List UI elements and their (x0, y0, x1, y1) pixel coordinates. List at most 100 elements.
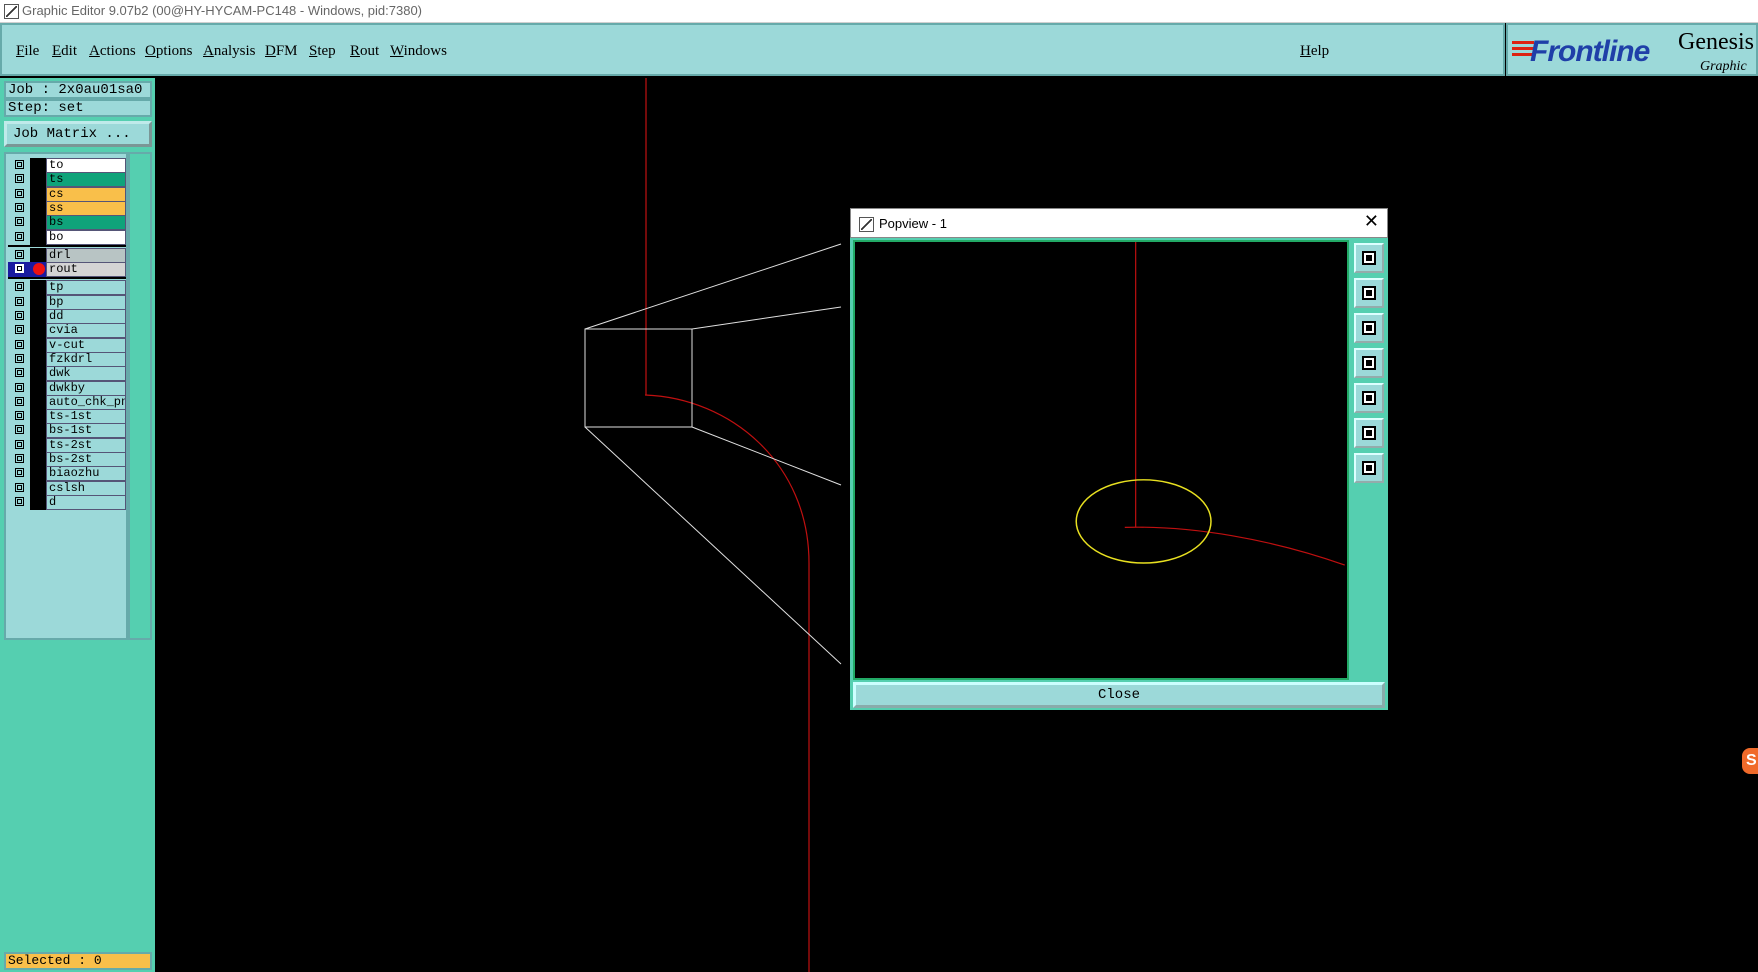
layer-name[interactable]: ts (46, 172, 126, 188)
layer-name[interactable]: biaozhu (46, 466, 126, 482)
layer-name[interactable]: bo (46, 229, 126, 245)
layer-checkbox[interactable] (15, 339, 24, 349)
layer-checkbox[interactable] (15, 396, 24, 406)
menu-actions[interactable]: Actions (89, 43, 136, 60)
layer-checkbox[interactable] (15, 411, 24, 421)
menu-analysis[interactable]: Analysis (203, 43, 256, 60)
layer-name[interactable]: to (46, 158, 126, 173)
layer-name[interactable]: tp (46, 280, 126, 296)
layer-checkbox[interactable] (15, 496, 24, 506)
layer-row-cs[interactable]: cs (8, 186, 126, 202)
layer-row-v-cut[interactable]: v-cut (8, 337, 126, 353)
layer-checkbox[interactable] (15, 353, 24, 363)
layer-row-dwkby[interactable]: dwkby (8, 380, 126, 396)
layer-name[interactable]: dwk (46, 366, 126, 382)
layer-name[interactable]: bs-2st (46, 452, 126, 467)
layer-row-bs-1st[interactable]: bs-1st (8, 423, 126, 439)
layer-row-bp[interactable]: bp (8, 294, 126, 310)
layer-name[interactable]: d (46, 494, 126, 510)
layer-row-drl[interactable]: drl (8, 247, 126, 263)
layer-checkbox[interactable] (15, 160, 24, 169)
menu-help[interactable]: Help (1300, 43, 1329, 60)
layer-checkbox[interactable] (15, 217, 24, 227)
layer-row-cvia[interactable]: cvia (8, 323, 126, 339)
layer-checkbox[interactable] (15, 482, 24, 492)
layer-checkbox[interactable] (15, 231, 24, 241)
layer-row-ts-1st[interactable]: ts-1st (8, 409, 126, 425)
layer-row-bo[interactable]: bo (8, 229, 126, 245)
layer-name[interactable]: drl (46, 247, 126, 263)
layer-row-fzkdrl[interactable]: fzkdrl (8, 351, 126, 367)
close-icon[interactable]: ✕ (1364, 213, 1379, 231)
layer-checkbox[interactable] (15, 425, 24, 435)
layer-row-bs[interactable]: bs (8, 215, 126, 231)
layer-name[interactable]: auto_chk_pnl (46, 394, 126, 410)
layer-row-dwk[interactable]: dwk (8, 366, 126, 382)
menu-edit[interactable]: Edit (52, 43, 77, 60)
step-label: Step: set (4, 99, 152, 117)
layer-color-slot (30, 262, 46, 278)
layer-checkbox[interactable] (15, 188, 24, 198)
popview-canvas[interactable] (853, 240, 1349, 680)
layer-row-bs-2st[interactable]: bs-2st (8, 452, 126, 467)
zoom-connector-top-right (691, 306, 842, 330)
layer-name[interactable]: bs-1st (46, 423, 126, 439)
layer-checkbox[interactable] (15, 249, 24, 259)
pan-up-icon[interactable] (1354, 278, 1384, 308)
layer-row-to[interactable]: to (8, 158, 126, 173)
layer-name[interactable]: fzkdrl (46, 351, 126, 367)
layer-checkbox[interactable] (15, 202, 24, 212)
menu-step[interactable]: Step (309, 43, 336, 60)
zoom-out-icon[interactable] (1354, 453, 1384, 483)
layer-checkbox[interactable] (15, 454, 24, 463)
layer-list-scrollbar[interactable] (128, 152, 152, 640)
popview-close-button[interactable]: Close (853, 682, 1385, 708)
zoom-home-icon[interactable] (1354, 243, 1384, 273)
layer-name[interactable]: rout (46, 262, 126, 278)
layer-row-d[interactable]: d (8, 494, 126, 510)
layer-name[interactable]: ts-2st (46, 437, 126, 453)
popview-titlebar[interactable]: Popview - 1 ✕ (850, 208, 1388, 238)
layer-checkbox[interactable] (15, 439, 24, 449)
job-matrix-button[interactable]: Job Matrix ... (4, 121, 152, 147)
layer-checkbox[interactable] (15, 282, 24, 292)
layer-row-auto_chk_pnl[interactable]: auto_chk_pnl (8, 394, 126, 410)
pan-left-icon[interactable] (1354, 348, 1384, 378)
layer-row-ts[interactable]: ts (8, 172, 126, 188)
layer-row-dd[interactable]: dd (8, 309, 126, 324)
active-layer-dot-icon (33, 263, 45, 276)
layer-checkbox[interactable] (15, 468, 24, 478)
layer-checkbox[interactable] (15, 311, 24, 320)
layer-checkbox[interactable] (15, 296, 24, 306)
menu-rout[interactable]: Rout (350, 43, 379, 60)
layer-name[interactable]: cs (46, 186, 126, 202)
menu-file[interactable]: File (16, 43, 39, 60)
layer-checkbox[interactable] (15, 325, 24, 335)
layer-checkbox[interactable] (15, 174, 24, 184)
layer-row-cslsh[interactable]: cslsh (8, 480, 126, 496)
layer-name[interactable]: dwkby (46, 380, 126, 396)
layer-row-biaozhu[interactable]: biaozhu (8, 466, 126, 482)
layer-checkbox[interactable] (15, 264, 24, 274)
layer-name[interactable]: dd (46, 309, 126, 324)
layer-name[interactable]: ss (46, 200, 126, 216)
layer-name[interactable]: bs (46, 215, 126, 231)
menu-windows[interactable]: Windows (390, 43, 447, 60)
menu-options[interactable]: Options (145, 43, 193, 60)
layer-name[interactable]: bp (46, 294, 126, 310)
pan-right-icon[interactable] (1354, 383, 1384, 413)
side-tray-mark[interactable]: S (1742, 748, 1758, 774)
menu-dfm[interactable]: DFM (265, 43, 298, 60)
layer-checkbox[interactable] (15, 368, 24, 378)
layer-row-tp[interactable]: tp (8, 280, 126, 296)
zoom-in-icon[interactable] (1354, 418, 1384, 448)
layer-row-ts-2st[interactable]: ts-2st (8, 437, 126, 453)
layer-name[interactable]: cvia (46, 323, 126, 339)
layer-name[interactable]: v-cut (46, 337, 126, 353)
layer-row-ss[interactable]: ss (8, 200, 126, 216)
layer-name[interactable]: cslsh (46, 480, 126, 496)
layer-row-rout[interactable]: rout (8, 262, 126, 278)
layer-name[interactable]: ts-1st (46, 409, 126, 425)
pan-down-icon[interactable] (1354, 313, 1384, 343)
layer-checkbox[interactable] (15, 382, 24, 392)
